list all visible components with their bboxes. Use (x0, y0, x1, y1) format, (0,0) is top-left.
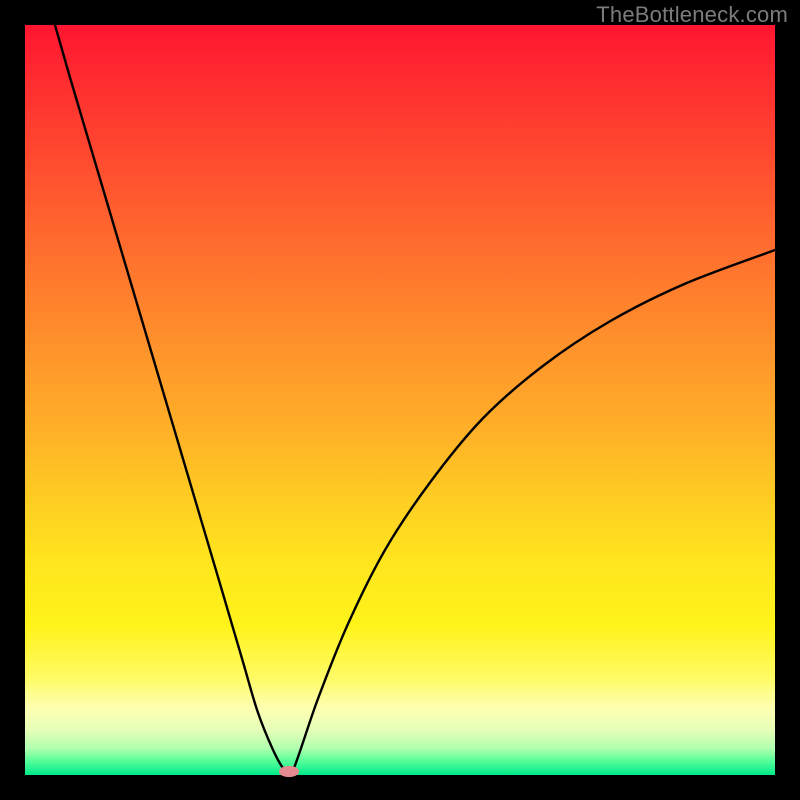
chart-frame: TheBottleneck.com (0, 0, 800, 800)
optimum-marker (279, 766, 299, 777)
plot-area (25, 25, 775, 775)
watermark-text: TheBottleneck.com (596, 2, 788, 28)
bottleneck-curve (25, 25, 775, 775)
